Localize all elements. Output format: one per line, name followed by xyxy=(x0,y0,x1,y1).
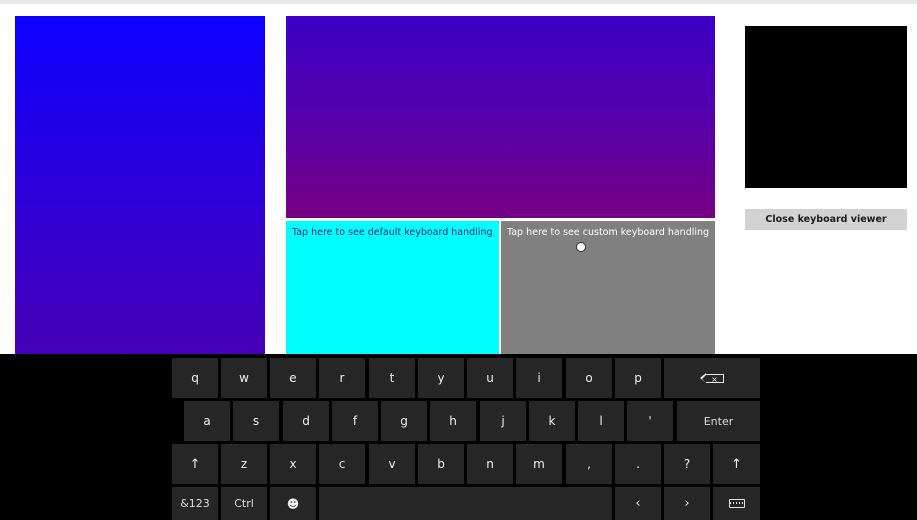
left-arrow-key[interactable]: ‹ xyxy=(615,487,661,520)
key-j[interactable]: j xyxy=(480,401,526,441)
key-r[interactable]: r xyxy=(319,358,365,398)
default-keyboard-panel[interactable]: Tap here to see default keyboard handlin… xyxy=(286,221,499,356)
key-i[interactable]: i xyxy=(516,358,562,398)
key-d[interactable]: d xyxy=(283,401,329,441)
key-w[interactable]: w xyxy=(221,358,267,398)
key-a[interactable]: a xyxy=(184,401,230,441)
key-b[interactable]: b xyxy=(418,444,464,484)
key-s[interactable]: s xyxy=(233,401,279,441)
space-key[interactable] xyxy=(319,487,612,520)
backspace-icon: × xyxy=(700,373,724,384)
key-c[interactable]: c xyxy=(319,444,365,484)
key-p[interactable]: p xyxy=(615,358,661,398)
emoji-icon: ☻ xyxy=(286,496,300,511)
key-k[interactable]: k xyxy=(529,401,575,441)
key-n[interactable]: n xyxy=(467,444,513,484)
key-e[interactable]: e xyxy=(270,358,316,398)
custom-keyboard-caption: Tap here to see custom keyboard handling xyxy=(507,227,710,238)
keyboard-viewer xyxy=(745,26,907,188)
backspace-key[interactable]: × xyxy=(664,358,760,398)
default-keyboard-caption: Tap here to see default keyboard handlin… xyxy=(292,227,493,238)
key-f[interactable]: f xyxy=(332,401,378,441)
right-arrow-key[interactable]: › xyxy=(664,487,710,520)
keyboard-switch-key[interactable] xyxy=(713,487,760,520)
key-h[interactable]: h xyxy=(430,401,476,441)
shift-right-key[interactable]: ↑ xyxy=(713,444,760,484)
key-g[interactable]: g xyxy=(381,401,427,441)
custom-keyboard-panel[interactable]: Tap here to see custom keyboard handling xyxy=(501,221,715,356)
key-u[interactable]: u xyxy=(467,358,513,398)
key-t[interactable]: t xyxy=(369,358,415,398)
key-period[interactable]: . xyxy=(615,444,661,484)
chevron-left-icon: ‹ xyxy=(635,496,641,511)
emoji-key[interactable]: ☻ xyxy=(270,487,316,520)
touch-cursor-icon xyxy=(576,242,586,252)
keyboard-icon xyxy=(728,499,745,508)
purple-gradient-panel xyxy=(286,16,715,218)
key-question[interactable]: ? xyxy=(664,444,710,484)
key-comma[interactable]: , xyxy=(566,444,612,484)
blue-gradient-panel xyxy=(15,16,265,356)
enter-key[interactable]: Enter xyxy=(677,401,760,441)
symbols-key[interactable]: &123 xyxy=(172,487,218,520)
close-keyboard-viewer-button[interactable]: Close keyboard viewer xyxy=(745,209,907,230)
key-l[interactable]: l xyxy=(578,401,624,441)
key-m[interactable]: m xyxy=(516,444,562,484)
key-q[interactable]: q xyxy=(172,358,218,398)
key-x[interactable]: x xyxy=(270,444,316,484)
key-v[interactable]: v xyxy=(369,444,415,484)
key-o[interactable]: o xyxy=(566,358,612,398)
app-window: Tap here to see default keyboard handlin… xyxy=(0,0,917,520)
title-strip xyxy=(0,0,917,4)
ctrl-key[interactable]: Ctrl xyxy=(221,487,267,520)
key-y[interactable]: y xyxy=(418,358,464,398)
key-apostrophe[interactable]: ' xyxy=(627,401,673,441)
chevron-right-icon: › xyxy=(684,496,690,511)
key-z[interactable]: z xyxy=(221,444,267,484)
shift-left-key[interactable]: ↑ xyxy=(172,444,218,484)
touch-keyboard: q w e r t y u i o p × a s d f g h j k l … xyxy=(0,354,917,520)
